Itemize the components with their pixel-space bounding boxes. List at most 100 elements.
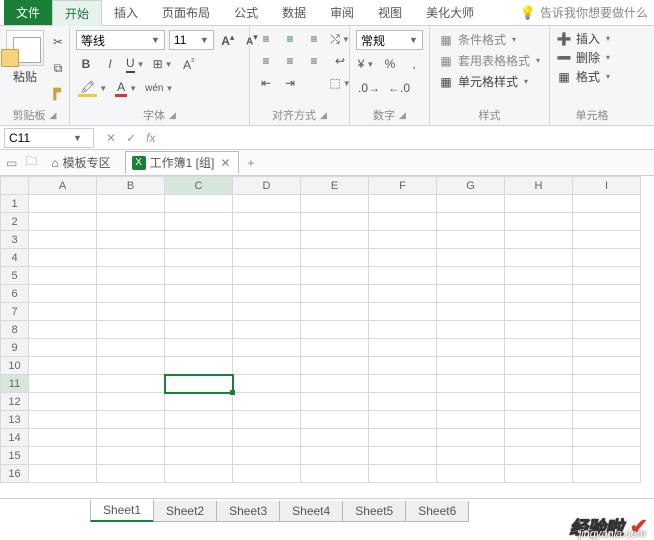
spreadsheet-grid[interactable]: ABCDEFGHI12345678910111213141516 xyxy=(0,176,654,483)
cell[interactable] xyxy=(301,429,369,447)
row-header[interactable]: 6 xyxy=(1,285,29,303)
cell[interactable] xyxy=(233,357,301,375)
cell[interactable] xyxy=(97,357,165,375)
cell[interactable] xyxy=(573,249,641,267)
cell[interactable] xyxy=(573,465,641,483)
cell[interactable] xyxy=(573,267,641,285)
cell[interactable] xyxy=(233,285,301,303)
align-bottom-button[interactable]: ≡ xyxy=(304,30,324,48)
cell[interactable] xyxy=(233,393,301,411)
increase-font-button[interactable]: A▴ xyxy=(218,30,238,50)
paste-button[interactable]: 粘贴 xyxy=(6,30,44,85)
cell[interactable] xyxy=(437,411,505,429)
cell[interactable] xyxy=(301,303,369,321)
cell[interactable] xyxy=(165,285,233,303)
chevron-down-icon[interactable]: ▼ xyxy=(69,133,86,143)
cut-button[interactable]: ✂ xyxy=(48,32,68,52)
number-dialog-launcher[interactable]: ◢ xyxy=(399,110,406,121)
align-center-button[interactable]: ≡ xyxy=(280,52,300,70)
cell[interactable] xyxy=(29,447,97,465)
cell[interactable] xyxy=(165,465,233,483)
cell[interactable] xyxy=(437,339,505,357)
cell[interactable] xyxy=(233,411,301,429)
cell[interactable] xyxy=(29,321,97,339)
sheet-tab[interactable]: Sheet2 xyxy=(153,501,217,522)
cell[interactable] xyxy=(437,321,505,339)
cell[interactable] xyxy=(437,465,505,483)
cell[interactable] xyxy=(573,303,641,321)
cell[interactable] xyxy=(573,447,641,465)
cell[interactable] xyxy=(233,321,301,339)
clipboard-dialog-launcher[interactable]: ◢ xyxy=(50,110,57,121)
row-header[interactable]: 13 xyxy=(1,411,29,429)
cell[interactable] xyxy=(573,411,641,429)
cell[interactable] xyxy=(573,393,641,411)
sheet-tab[interactable]: Sheet1 xyxy=(90,500,154,522)
insert-cells-button[interactable]: ➕ 插入▾ xyxy=(556,30,628,47)
close-tab-button[interactable]: ✕ xyxy=(218,156,232,170)
font-size-input[interactable] xyxy=(170,33,196,47)
column-header[interactable]: F xyxy=(369,177,437,195)
cell[interactable] xyxy=(301,393,369,411)
align-middle-button[interactable]: ≡ xyxy=(280,30,300,48)
cell[interactable] xyxy=(97,321,165,339)
cell[interactable] xyxy=(369,303,437,321)
cell[interactable] xyxy=(165,339,233,357)
cell[interactable] xyxy=(97,429,165,447)
row-header[interactable]: 9 xyxy=(1,339,29,357)
cell[interactable] xyxy=(233,375,301,393)
cell[interactable] xyxy=(505,339,573,357)
cell[interactable] xyxy=(505,285,573,303)
cell[interactable] xyxy=(29,285,97,303)
cell[interactable] xyxy=(437,447,505,465)
cell[interactable] xyxy=(97,339,165,357)
cell[interactable] xyxy=(505,411,573,429)
alignment-dialog-launcher[interactable]: ◢ xyxy=(320,110,327,121)
cell[interactable] xyxy=(369,465,437,483)
cell[interactable] xyxy=(369,321,437,339)
cell[interactable] xyxy=(301,285,369,303)
cell[interactable] xyxy=(437,303,505,321)
cell[interactable] xyxy=(505,249,573,267)
font-dialog-launcher[interactable]: ◢ xyxy=(169,110,176,121)
cell[interactable] xyxy=(165,411,233,429)
cell[interactable] xyxy=(165,267,233,285)
font-color-button[interactable]: A▼ xyxy=(113,78,139,98)
menu-tab-formulas[interactable]: 公式 xyxy=(222,0,270,25)
workbook-tab[interactable]: X 工作簿1 [组] ✕ xyxy=(125,151,240,174)
tell-me-search[interactable]: 💡 告诉我你想要做什么 xyxy=(520,4,654,21)
cell[interactable] xyxy=(165,375,233,393)
cell[interactable] xyxy=(369,429,437,447)
cell[interactable] xyxy=(573,339,641,357)
cell[interactable] xyxy=(437,429,505,447)
cell[interactable] xyxy=(369,447,437,465)
row-header[interactable]: 1 xyxy=(1,195,29,213)
row-header[interactable]: 12 xyxy=(1,393,29,411)
cell[interactable] xyxy=(301,357,369,375)
open-folder-icon[interactable]: 🗀 xyxy=(25,152,37,173)
align-right-button[interactable]: ≡ xyxy=(304,52,324,70)
cell[interactable] xyxy=(165,357,233,375)
italic-button[interactable]: I xyxy=(100,54,120,74)
row-header[interactable]: 3 xyxy=(1,231,29,249)
cell[interactable] xyxy=(369,393,437,411)
add-tab-button[interactable]: + xyxy=(247,156,254,170)
cell[interactable] xyxy=(29,375,97,393)
cell[interactable] xyxy=(29,411,97,429)
cell[interactable] xyxy=(301,249,369,267)
cell[interactable] xyxy=(97,465,165,483)
cell[interactable] xyxy=(301,267,369,285)
cell[interactable] xyxy=(437,213,505,231)
cell-styles-button[interactable]: ▦ 单元格样式▾ xyxy=(436,72,543,91)
cell[interactable] xyxy=(369,411,437,429)
row-header[interactable]: 15 xyxy=(1,447,29,465)
table-format-button[interactable]: ▦ 套用表格格式▾ xyxy=(436,51,543,70)
fx-button[interactable]: fx xyxy=(146,131,155,145)
cell[interactable] xyxy=(165,321,233,339)
cell[interactable] xyxy=(29,339,97,357)
cell[interactable] xyxy=(573,321,641,339)
cell[interactable] xyxy=(165,393,233,411)
orientation-button[interactable]: ⤭▼ xyxy=(330,30,350,48)
cell[interactable] xyxy=(97,231,165,249)
cell[interactable] xyxy=(233,231,301,249)
